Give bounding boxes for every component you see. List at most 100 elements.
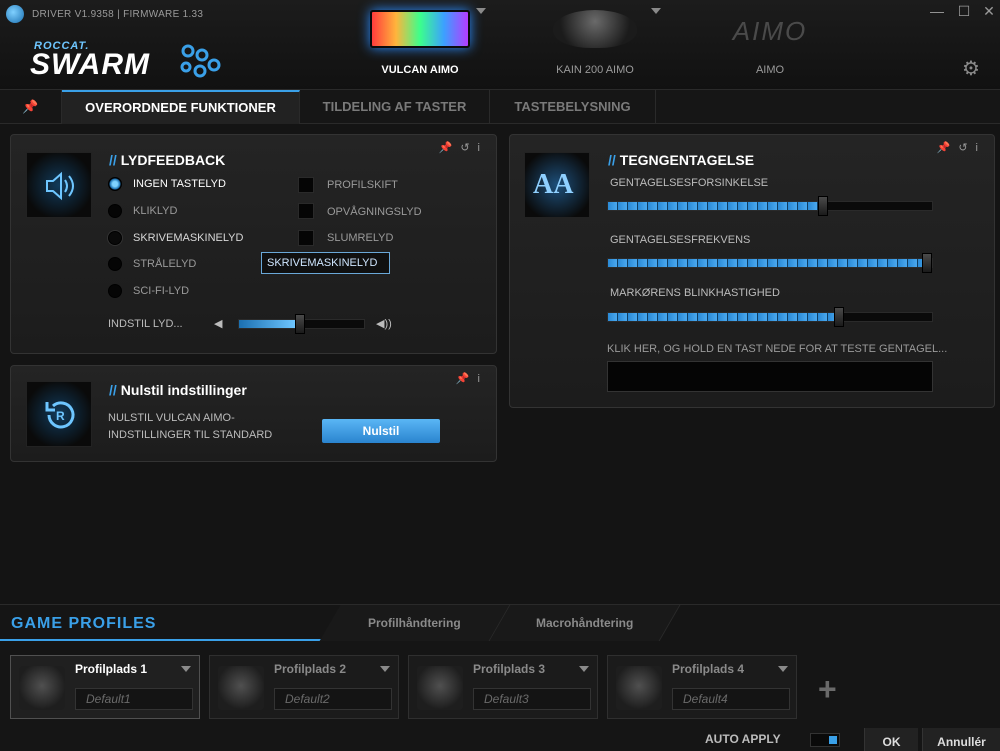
slider-thumb[interactable] (295, 314, 305, 334)
text-icon: AA (524, 152, 590, 218)
repeat-delay-label: GENTAGELSESFORSINKELSE (610, 177, 769, 189)
panel-tools[interactable]: 📌i (456, 372, 488, 385)
profile-slot-4[interactable]: Profilplads 4 Default4 (607, 655, 797, 719)
tab-macro-management[interactable]: Macrohåndtering (489, 605, 681, 641)
device-tab-vulcan-aimo[interactable]: VULCAN AIMO (350, 0, 490, 90)
checkbox-profilskift[interactable] (298, 177, 314, 193)
close-button[interactable]: ✕ (976, 0, 1000, 22)
volume-high-icon[interactable]: ◀)) (376, 317, 392, 330)
profile-slot-name: Profilplads 3 (473, 662, 546, 676)
add-profile-button[interactable]: + (818, 671, 837, 708)
app-header: DRIVER V1.9358 | FIRMWARE 1.33 ROCCAT. S… (0, 0, 1000, 90)
volume-slider[interactable] (238, 314, 365, 334)
mouse-icon (553, 10, 637, 48)
panel-title: //TEGNGENTAGELSE (608, 152, 755, 168)
radio-kliklyd[interactable] (108, 204, 122, 218)
pin-icon[interactable]: 📌 (0, 90, 62, 124)
auto-apply-label: AUTO APPLY (705, 732, 781, 746)
slider-fill (608, 259, 922, 267)
repeat-delay-slider[interactable] (607, 196, 933, 216)
radio-ingen-tastelyd[interactable] (108, 177, 122, 191)
profile-slot-name: Profilplads 1 (75, 662, 148, 676)
ok-button[interactable]: OK (864, 728, 918, 751)
chevron-down-icon[interactable] (651, 8, 661, 14)
radio-label: SKRIVEMASKINELYD (133, 232, 244, 244)
panel-title: //LYDFEEDBACK (109, 152, 226, 168)
tab-overordnede-funktioner[interactable]: OVERORDNEDE FUNKTIONER (62, 90, 300, 124)
volume-label: INDSTIL LYD... (108, 318, 183, 330)
toggle-knob (829, 736, 837, 744)
tooltip: SKRIVEMASKINELYD (261, 252, 390, 274)
checkbox-opvaagningslyd[interactable] (298, 203, 314, 219)
repeat-test-label: KLIK HER, OG HOLD EN TAST NEDE FOR AT TE… (607, 343, 948, 355)
volume-low-icon[interactable]: ◀ (214, 317, 222, 330)
radio-straalelyd[interactable] (108, 257, 122, 271)
roccat-avatar-icon (218, 666, 264, 710)
profile-name-field[interactable]: Default4 (672, 688, 790, 710)
title-underline (0, 639, 330, 641)
repeat-rate-slider[interactable] (607, 253, 933, 273)
slider-thumb[interactable] (922, 253, 932, 273)
radio-sci-fi-lyd[interactable] (108, 284, 122, 298)
keyboard-icon (370, 10, 470, 48)
reset-description-2: INDSTILLINGER TIL STANDARD (108, 429, 273, 441)
cursor-blink-label: MARKØRENS BLINKHASTIGHED (610, 287, 780, 299)
chevron-down-icon[interactable] (181, 666, 191, 672)
aimo-logo: AIMO (732, 16, 808, 46)
device-label: AIMO (755, 64, 785, 76)
slider-thumb[interactable] (818, 196, 828, 216)
swarm-hex-icon (180, 44, 221, 78)
radio-label: SCI-FI-LYD (133, 285, 190, 297)
svg-text:R: R (56, 409, 65, 423)
radio-label: INGEN TASTELYD (133, 178, 226, 190)
tab-profile-management[interactable]: Profilhåndtering (319, 605, 511, 641)
checkbox-slumrelyd[interactable] (298, 230, 314, 246)
profile-name-field[interactable]: Default3 (473, 688, 591, 710)
device-label: VULCAN AIMO (381, 64, 459, 76)
tab-tildeling-af-taster[interactable]: TILDELING AF TASTER (300, 90, 490, 124)
panel-tools[interactable]: 📌↺i (439, 141, 488, 154)
radio-label: KLIKLYD (133, 205, 178, 217)
reset-description-1: NULSTIL VULCAN AIMO- (108, 412, 235, 424)
tab-tastebelysning[interactable]: TASTEBELYSNING (490, 90, 656, 124)
profile-slot-name: Profilplads 2 (274, 662, 347, 676)
radio-skrivemaskinelyd[interactable] (108, 231, 122, 245)
reset-icon: R (26, 381, 92, 447)
gear-icon[interactable]: ⚙ (962, 56, 980, 81)
profile-slot-2[interactable]: Profilplads 2 Default2 (209, 655, 399, 719)
slider-thumb[interactable] (834, 307, 844, 327)
roccat-app-icon (6, 5, 24, 23)
chevron-down-icon[interactable] (778, 666, 788, 672)
auto-apply-toggle[interactable] (810, 733, 840, 747)
reset-panel: 📌i R //Nulstil indstillinger NULSTIL VUL… (10, 365, 497, 462)
checkbox-label: PROFILSKIFT (327, 179, 398, 191)
slider-fill (608, 313, 834, 321)
device-tab-kain-200-aimo[interactable]: KAIN 200 AIMO (525, 0, 665, 90)
maximize-button[interactable]: ☐ (951, 0, 977, 22)
device-tab-aimo[interactable]: AIMO AIMO (700, 0, 840, 90)
minimize-button[interactable]: — (924, 0, 950, 22)
device-label: KAIN 200 AIMO (556, 64, 634, 76)
chevron-down-icon[interactable] (476, 8, 486, 14)
reset-button[interactable]: Nulstil (322, 419, 440, 443)
chevron-down-icon[interactable] (380, 666, 390, 672)
speaker-icon (26, 152, 92, 218)
repeat-rate-label: GENTAGELSESFREKVENS (610, 234, 751, 246)
checkbox-label: OPVÅGNINGSLYD (327, 206, 422, 218)
game-profiles-bar: GAME PROFILES Profilhåndtering Macrohånd… (0, 604, 1000, 751)
profile-slot-1[interactable]: Profilplads 1 Default1 (10, 655, 200, 719)
profile-name-field[interactable]: Default1 (75, 688, 193, 710)
chevron-down-icon[interactable] (579, 666, 589, 672)
roccat-avatar-icon (19, 666, 65, 710)
panel-tools[interactable]: 📌↺i (937, 141, 986, 154)
cancel-button[interactable]: Annullér (922, 728, 1000, 751)
version-text: DRIVER V1.9358 | FIRMWARE 1.33 (32, 9, 204, 20)
profile-name-field[interactable]: Default2 (274, 688, 392, 710)
slider-fill (239, 320, 295, 328)
profile-slot-3[interactable]: Profilplads 3 Default3 (408, 655, 598, 719)
cursor-blink-slider[interactable] (607, 307, 933, 327)
panel-title: //Nulstil indstillinger (109, 382, 247, 398)
game-profiles-title: GAME PROFILES (11, 615, 157, 632)
function-tabs: 📌 OVERORDNEDE FUNKTIONER TILDELING AF TA… (0, 90, 1000, 124)
repeat-test-input[interactable] (607, 361, 933, 392)
